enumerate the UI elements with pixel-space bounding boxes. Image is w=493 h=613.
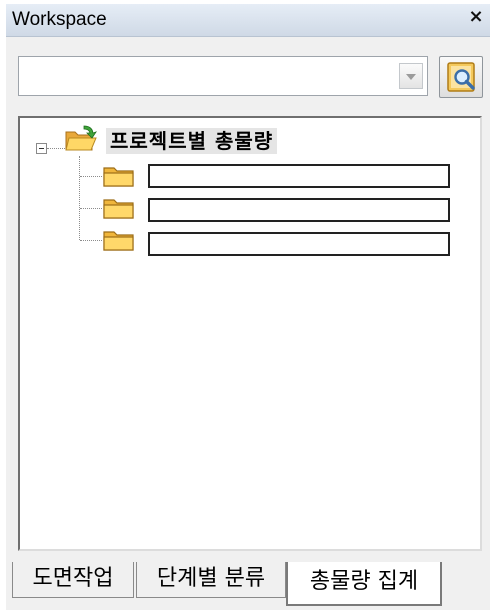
search-button[interactable] <box>439 56 483 98</box>
title-bar: Workspace × <box>6 4 490 37</box>
tree-connector <box>80 176 102 177</box>
folder-icon <box>103 199 134 219</box>
close-icon[interactable]: × <box>466 7 486 27</box>
chevron-down-icon[interactable] <box>399 63 423 89</box>
tab-total-quantity[interactable]: 총물량 집계 <box>286 562 442 606</box>
workspace-panel: Workspace × 프로젝트별 총물량 도면작업 단계별 분류 총물량 집계 <box>6 4 490 610</box>
tab-stage-classification[interactable]: 단계별 분류 <box>136 562 286 598</box>
folder-icon <box>103 167 134 187</box>
search-combobox[interactable] <box>18 56 428 96</box>
tree-connector <box>80 240 102 241</box>
project-tree[interactable]: 프로젝트별 총물량 <box>18 116 482 551</box>
tree-node-edit[interactable] <box>148 164 450 188</box>
tab-drawing-work[interactable]: 도면작업 <box>12 562 134 598</box>
tree-node-edit[interactable] <box>148 232 450 256</box>
collapse-toggle[interactable] <box>36 143 47 154</box>
folder-open-icon <box>65 125 97 151</box>
magnifier-icon <box>447 62 475 92</box>
tree-connector <box>80 208 102 209</box>
panel-title: Workspace <box>12 9 107 30</box>
tree-root-label[interactable]: 프로젝트별 총물량 <box>106 128 278 154</box>
folder-icon <box>103 231 134 251</box>
tree-node-edit[interactable] <box>148 198 450 222</box>
tab-strip: 도면작업 단계별 분류 총물량 집계 <box>10 562 490 606</box>
tree-connector <box>79 156 80 240</box>
